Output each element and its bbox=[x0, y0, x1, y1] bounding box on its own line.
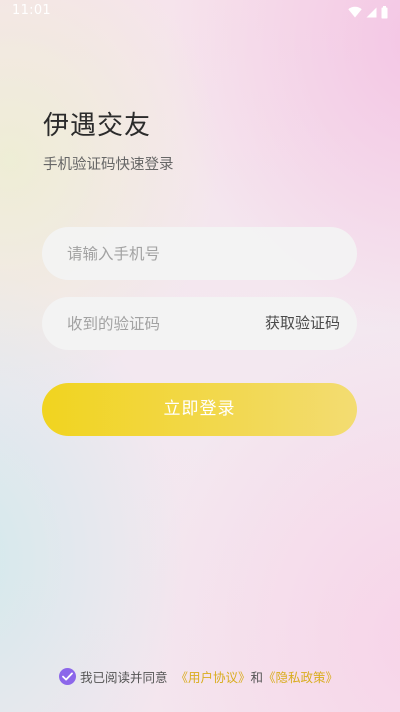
status-icons bbox=[348, 4, 388, 20]
login-subtitle: 手机验证码快速登录 bbox=[43, 157, 174, 173]
status-bar: 11:01 bbox=[0, 0, 400, 24]
agree-checkbox[interactable] bbox=[59, 667, 76, 685]
get-code-button[interactable]: 获取验证码 bbox=[265, 297, 340, 350]
privacy-policy-link[interactable]: 《隐私政策》 bbox=[263, 667, 338, 686]
app-title: 伊遇交友 bbox=[43, 111, 152, 141]
phone-input[interactable] bbox=[67, 227, 337, 280]
agreement-row: 我已阅读并同意 《用户协议》 和 《隐私政策》 bbox=[59, 667, 338, 685]
battery-icon bbox=[381, 5, 388, 19]
login-button[interactable]: 立即登录 bbox=[42, 383, 357, 436]
check-icon bbox=[62, 672, 73, 680]
code-field[interactable]: 获取验证码 bbox=[42, 297, 357, 350]
phone-field[interactable] bbox=[42, 227, 357, 280]
verification-code-input[interactable] bbox=[67, 297, 247, 350]
user-agreement-link[interactable]: 《用户协议》 bbox=[176, 667, 251, 686]
status-time: 11:01 bbox=[12, 3, 51, 18]
agreement-and: 和 bbox=[250, 669, 264, 685]
agreement-prefix: 我已阅读并同意 bbox=[80, 669, 168, 685]
wifi-icon bbox=[348, 6, 362, 18]
signal-icon bbox=[366, 7, 377, 18]
